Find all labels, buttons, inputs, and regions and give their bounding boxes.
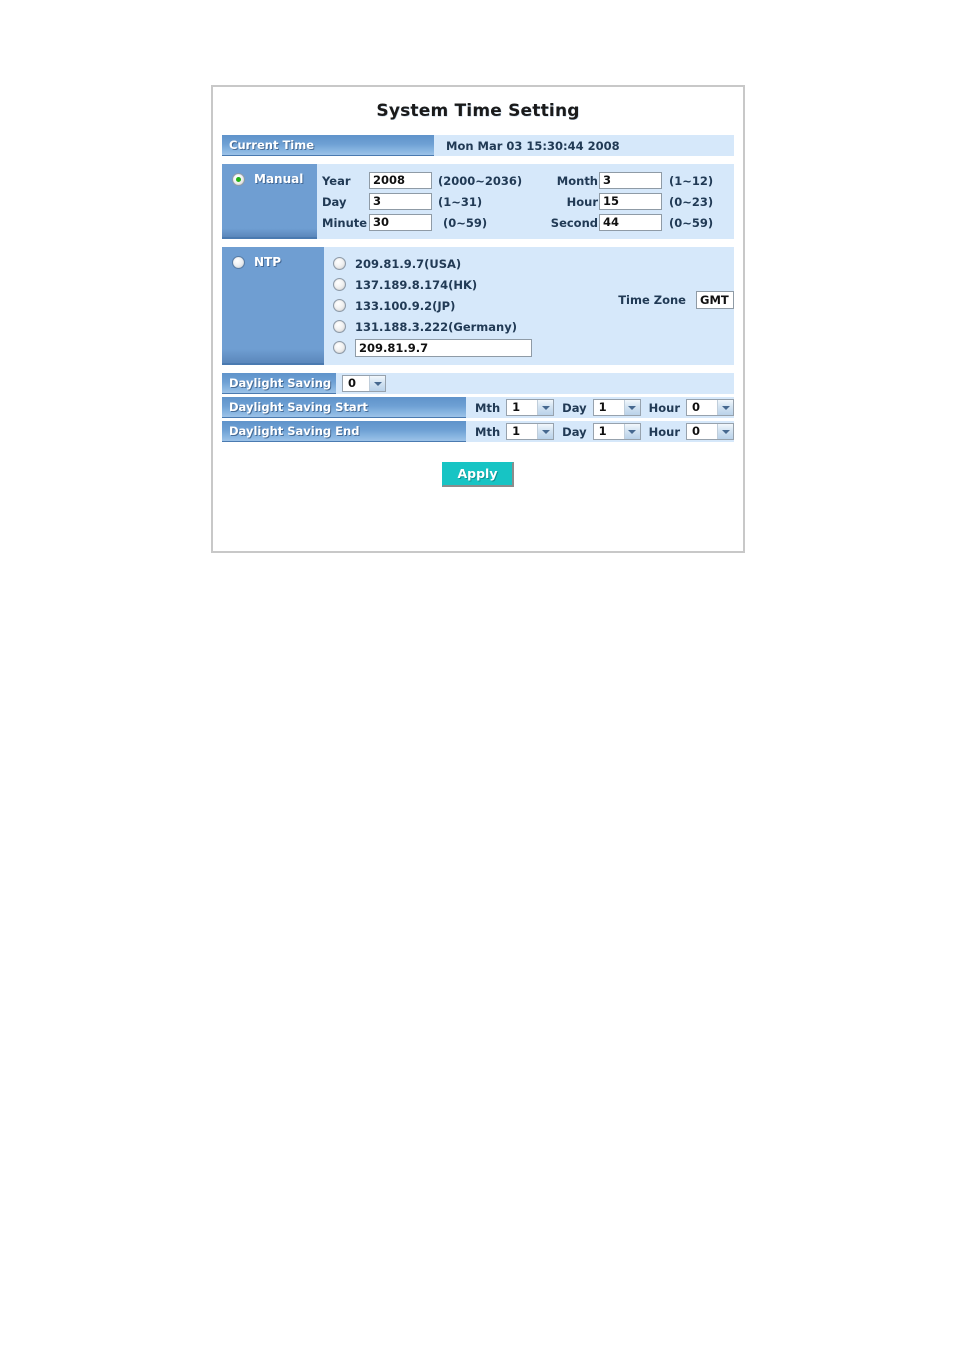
- chevron-down-icon[interactable]: [537, 400, 554, 415]
- ntp-mode-panel: NTP 209.81.9.7(USA) 137.189.8.174(HK) 13…: [222, 247, 734, 365]
- end-month-value: 1: [512, 424, 521, 438]
- daylight-saving-start-fields: Mth 1 Day 1 Hour 0: [466, 397, 734, 418]
- month-input[interactable]: [599, 172, 662, 189]
- ntp-server-radio-hk[interactable]: [333, 278, 346, 291]
- manual-row-minute-second: Minute (0~59) Second (0~59): [317, 212, 734, 233]
- year-input[interactable]: [369, 172, 432, 189]
- start-day-value: 1: [598, 400, 607, 414]
- daylight-saving-end-row: Daylight Saving End Mth 1 Day 1 Hour 0: [222, 421, 734, 442]
- end-month-select[interactable]: 1: [506, 423, 555, 440]
- month-label: Month: [556, 173, 598, 188]
- manual-radio[interactable]: [232, 173, 245, 186]
- chevron-down-icon[interactable]: [623, 400, 640, 415]
- apply-button[interactable]: Apply: [442, 462, 514, 487]
- manual-mode-tag[interactable]: Manual: [222, 164, 317, 239]
- minute-range: (0~59): [443, 215, 488, 230]
- chevron-down-icon[interactable]: [537, 424, 554, 439]
- end-day-value: 1: [598, 424, 607, 438]
- second-label: Second: [550, 215, 598, 230]
- second-range: (0~59): [669, 215, 714, 230]
- ntp-server-label: 133.100.9.2(JP): [355, 298, 456, 313]
- time-zone-label: Time Zone: [618, 293, 686, 307]
- start-month-select[interactable]: 1: [506, 399, 555, 416]
- minute-input[interactable]: [369, 214, 432, 231]
- manual-mode-label: Manual: [254, 172, 304, 186]
- system-time-setting-panel: System Time Setting Current Time Mon Mar…: [211, 85, 745, 553]
- chevron-down-icon[interactable]: [623, 424, 640, 439]
- hour-range: (0~23): [669, 194, 714, 209]
- apply-button-wrap: Apply: [213, 462, 743, 487]
- daylight-saving-end-fields: Mth 1 Day 1 Hour 0: [466, 421, 734, 442]
- start-hour-select[interactable]: 0: [686, 399, 734, 416]
- ntp-server-radio-usa[interactable]: [333, 257, 346, 270]
- chevron-down-icon[interactable]: [717, 400, 733, 415]
- ntp-server-radio-germany[interactable]: [333, 320, 346, 333]
- day-input[interactable]: [369, 193, 432, 210]
- month-range: (1~12): [669, 173, 714, 188]
- daylight-saving-start-row: Daylight Saving Start Mth 1 Day 1 Hour 0: [222, 397, 734, 418]
- manual-row-year-month: Year (2000~2036) Month (1~12): [317, 170, 734, 191]
- daylight-saving-value: 0: [348, 376, 357, 390]
- ntp-server-radio-jp[interactable]: [333, 299, 346, 312]
- daylight-saving-label: Daylight Saving: [222, 373, 336, 394]
- manual-row-day-hour: Day (1~31) Hour (0~23): [317, 191, 734, 212]
- minute-label: Minute: [322, 215, 368, 230]
- start-month-label: Mth: [475, 400, 501, 415]
- time-zone-group: Time Zone GMT: [618, 291, 734, 309]
- ntp-mode-label: NTP: [254, 255, 282, 269]
- manual-mode-panel: Manual Year (2000~2036) Month (1~12) Day…: [222, 164, 734, 239]
- day-label: Day: [322, 194, 347, 209]
- hour-label: Hour: [566, 194, 598, 209]
- start-day-label: Day: [562, 400, 587, 415]
- chevron-down-icon[interactable]: [369, 376, 385, 391]
- daylight-saving-row: Daylight Saving 0: [222, 373, 734, 394]
- start-day-select[interactable]: 1: [592, 399, 641, 416]
- ntp-radio[interactable]: [232, 256, 245, 269]
- end-hour-value: 0: [692, 424, 701, 438]
- end-hour-label: Hour: [648, 424, 680, 439]
- end-day-select[interactable]: 1: [592, 423, 641, 440]
- current-time-value: Mon Mar 03 15:30:44 2008: [446, 138, 620, 153]
- chevron-down-icon[interactable]: [717, 424, 733, 439]
- start-hour-value: 0: [692, 400, 701, 414]
- ntp-mode-tag[interactable]: NTP: [222, 247, 324, 365]
- year-label: Year: [322, 173, 351, 188]
- ntp-server-label: 137.189.8.174(HK): [355, 277, 478, 292]
- daylight-saving-end-label: Daylight Saving End: [222, 421, 467, 442]
- daylight-saving-start-label: Daylight Saving Start: [222, 397, 467, 418]
- second-input[interactable]: [599, 214, 662, 231]
- ntp-custom-input[interactable]: [355, 338, 532, 357]
- year-range: (2000~2036): [438, 173, 523, 188]
- current-time-row: Current Time Mon Mar 03 15:30:44 2008: [222, 135, 734, 156]
- current-time-label: Current Time: [222, 135, 434, 156]
- end-month-label: Mth: [475, 424, 501, 439]
- end-day-label: Day: [562, 424, 587, 439]
- day-range: (1~31): [438, 194, 483, 209]
- start-month-value: 1: [512, 400, 521, 414]
- ntp-server-label: 209.81.9.7(USA): [355, 256, 462, 271]
- start-hour-label: Hour: [648, 400, 680, 415]
- page-title: System Time Setting: [376, 101, 580, 121]
- daylight-saving-select[interactable]: 0: [342, 375, 386, 392]
- ntp-server-label: 131.188.3.222(Germany): [355, 319, 517, 334]
- manual-fields: Year (2000~2036) Month (1~12) Day (1~31)…: [317, 164, 734, 239]
- ntp-custom-radio[interactable]: [333, 341, 346, 354]
- ntp-server-list: 209.81.9.7(USA) 137.189.8.174(HK) 133.10…: [324, 247, 734, 365]
- ntp-server-option[interactable]: 209.81.9.7(USA): [324, 253, 734, 274]
- time-zone-select[interactable]: GMT: [696, 291, 734, 309]
- hour-input[interactable]: [599, 193, 662, 210]
- end-hour-select[interactable]: 0: [686, 423, 734, 440]
- ntp-server-option[interactable]: 131.188.3.222(Germany): [324, 316, 734, 337]
- ntp-custom-server-option[interactable]: [324, 337, 734, 358]
